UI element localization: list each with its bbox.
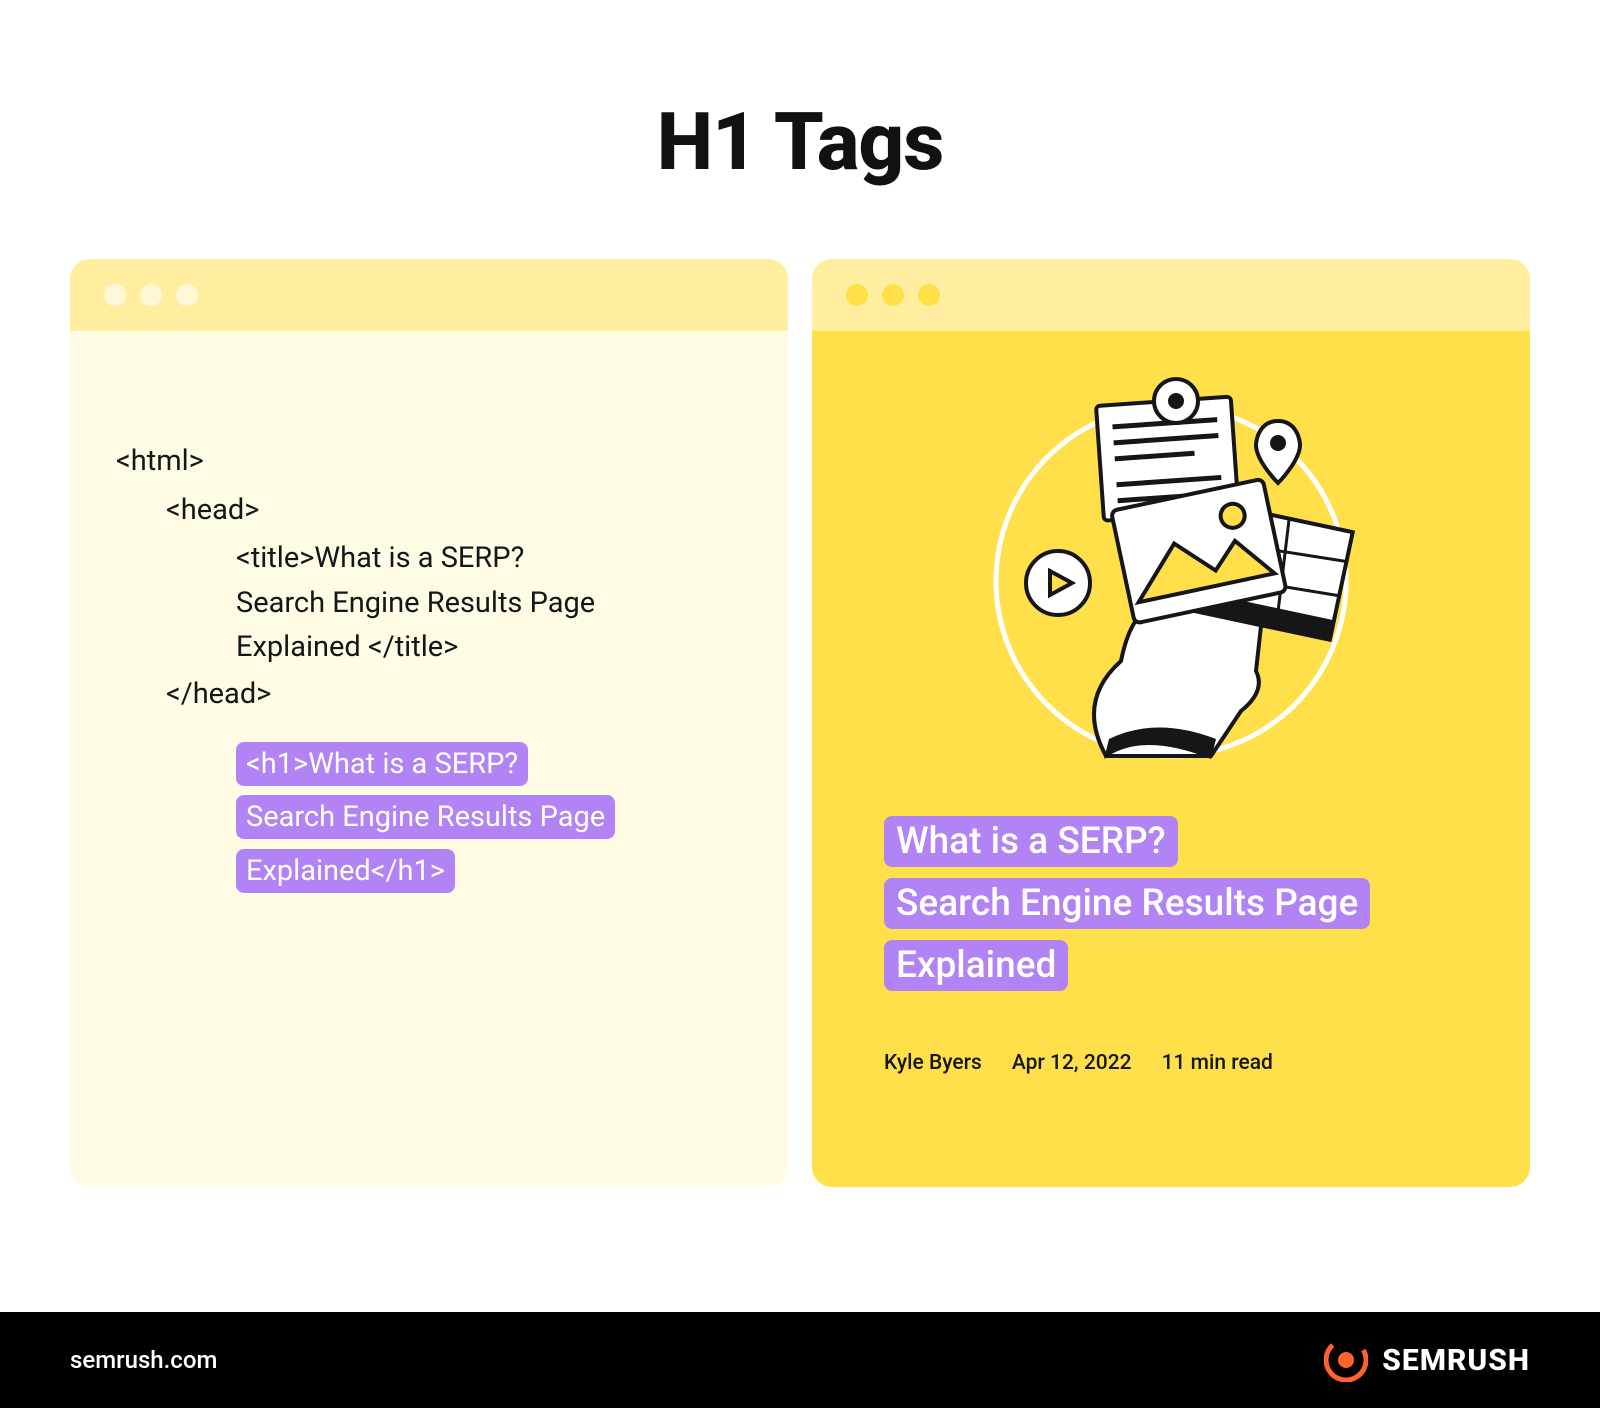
window-dot-icon [104,284,126,306]
hand-illustration-icon [956,361,1386,771]
h1-line-2: Search Engine Results Page [236,795,615,839]
page-title: H1 Tags [0,0,1600,189]
tag-html-open: <html> [116,444,204,478]
html-code: <html> <head> <title>What is a SERP? Sea… [116,437,742,720]
window-dot-icon [846,284,868,306]
rendered-h1-line-1: What is a SERP? [884,816,1178,867]
rendered-panel: What is a SERP? Search Engine Results Pa… [812,259,1530,1187]
code-panel-header [70,259,788,331]
footer-brand: SEMRUSH [1324,1338,1530,1382]
brand-name: SEMRUSH [1382,1343,1530,1378]
rendered-panel-body: What is a SERP? Search Engine Results Pa… [812,331,1530,1187]
tag-head-open: <head> [116,486,742,535]
panels-row: <html> <head> <title>What is a SERP? Sea… [0,189,1600,1187]
article-meta: Kyle Byers Apr 12, 2022 11 min read [884,1051,1273,1075]
h1-line-3: Explained</h1> [236,849,455,893]
rendered-h1-line-3: Explained [884,940,1068,991]
publish-date: Apr 12, 2022 [1012,1051,1132,1075]
tag-title-open: <title> [236,541,314,575]
footer-url: semrush.com [70,1346,217,1374]
h1-text-3: Explained [246,854,371,888]
rendered-panel-header [812,259,1530,331]
window-dot-icon [918,284,940,306]
author-name: Kyle Byers [884,1051,982,1075]
read-time: 11 min read [1162,1051,1273,1075]
window-dot-icon [176,284,198,306]
h1-line-1: <h1>What is a SERP? [236,742,528,786]
tag-h1-open: <h1> [246,747,308,781]
rendered-h1: What is a SERP? Search Engine Results Pa… [884,811,1458,997]
title-text-2: Search Engine Results Page [116,581,742,626]
window-dot-icon [882,284,904,306]
title-text-1: What is a SERP? [314,541,524,575]
title-text-3: Explained [236,630,368,664]
footer-bar: semrush.com SEMRUSH [0,1312,1600,1408]
rendered-h1-line-2: Search Engine Results Page [884,878,1370,929]
tag-h1-close: </h1> [371,854,445,888]
tag-title-close: </title> [368,630,458,664]
semrush-logo-icon [1324,1338,1368,1382]
code-panel: <html> <head> <title>What is a SERP? Sea… [70,259,788,1187]
tag-head-close: </head> [116,670,742,719]
window-dot-icon [140,284,162,306]
title-tag-line: <title>What is a SERP? [116,536,742,581]
code-panel-body: <html> <head> <title>What is a SERP? Sea… [70,331,788,1187]
h1-highlight-block: <h1>What is a SERP? Search Engine Result… [116,738,742,899]
title-tag-close-line: Explained </title> [116,625,742,670]
h1-text-1: What is a SERP? [308,747,518,781]
